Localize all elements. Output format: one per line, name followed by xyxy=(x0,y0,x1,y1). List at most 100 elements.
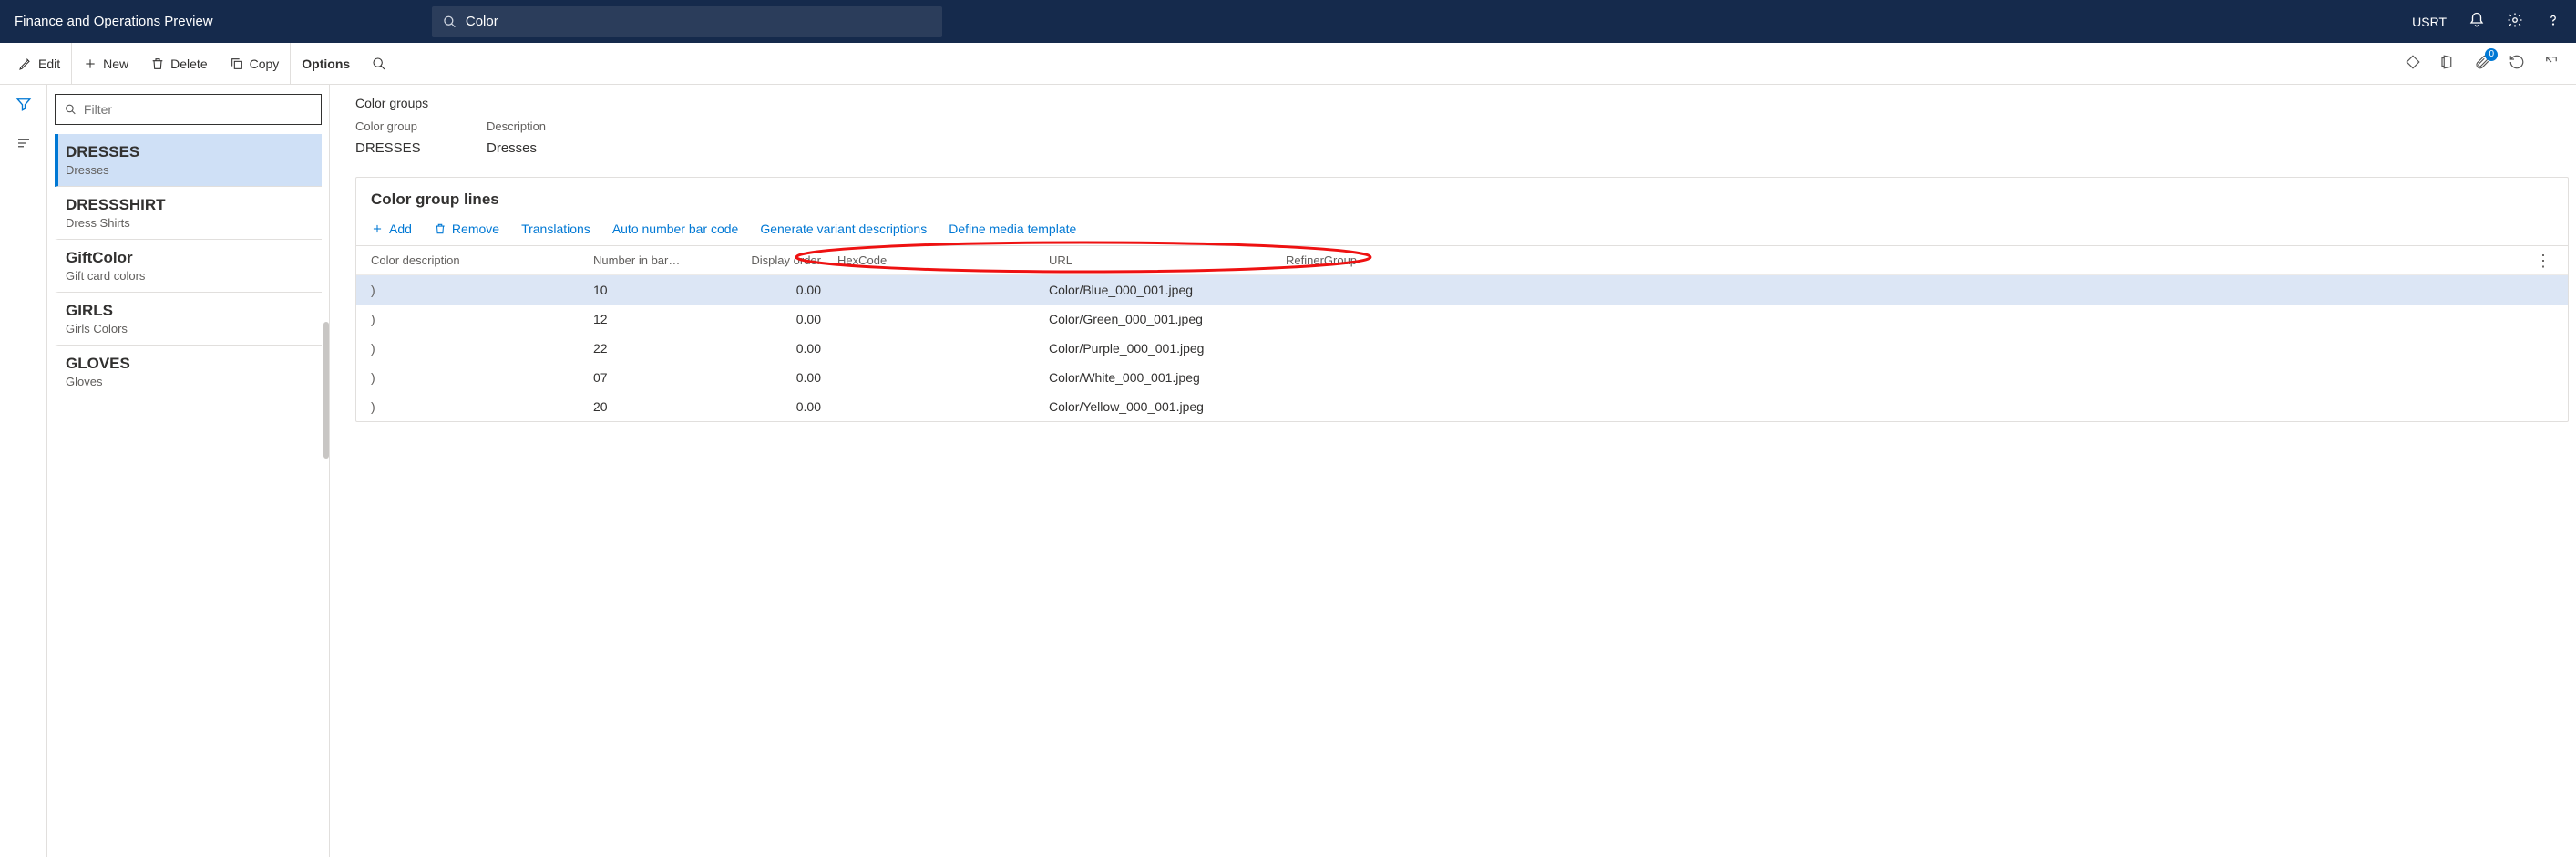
table-row[interactable]: 070.00 Color/White_000_001.jpeg xyxy=(356,363,2568,392)
copy-button[interactable]: Copy xyxy=(219,43,291,84)
table-row[interactable]: 100.00 Color/Blue_000_001.jpeg xyxy=(356,275,2568,305)
grid-more-icon[interactable]: ⋮ xyxy=(2528,256,2559,265)
list-item-secondary: Dresses xyxy=(66,163,316,177)
cell-color-description[interactable] xyxy=(365,312,593,326)
list-item-primary: DRESSSHIRT xyxy=(66,196,316,214)
cell-color-description[interactable] xyxy=(365,399,593,414)
search-icon xyxy=(443,15,457,29)
plus-icon xyxy=(371,222,384,235)
col-refinergroup[interactable]: RefinerGroup xyxy=(1286,253,1422,267)
list-item[interactable]: GiftColor Gift card colors xyxy=(55,240,322,293)
grid-title: Color group lines xyxy=(356,178,2568,222)
color-group-field: Color group DRESSES xyxy=(355,119,465,160)
attachment-count: 0 xyxy=(2485,48,2498,61)
add-line-button[interactable]: Add xyxy=(371,222,412,236)
cell-color-description[interactable] xyxy=(365,370,593,385)
remove-line-label: Remove xyxy=(452,222,499,236)
plus-icon xyxy=(83,57,97,71)
color-group-lines-card: Color group lines Add Remove Translation… xyxy=(355,177,2569,422)
list-item[interactable]: GLOVESGloves xyxy=(55,346,322,398)
table-row[interactable]: 120.00 Color/Green_000_001.jpeg xyxy=(356,305,2568,334)
translations-button[interactable]: Translations xyxy=(521,222,590,236)
list-filter-input[interactable] xyxy=(84,102,312,117)
copy-icon xyxy=(230,57,244,71)
table-row[interactable]: 220.00 Color/Purple_000_001.jpeg xyxy=(356,334,2568,363)
office-icon[interactable] xyxy=(2439,54,2456,73)
list-item[interactable]: DRESSSHIRT Dress Shirts xyxy=(55,187,322,240)
cell-url[interactable]: Color/Blue_000_001.jpeg xyxy=(1049,283,1286,297)
cell-number[interactable]: 20 xyxy=(593,399,721,414)
color-group-value[interactable]: DRESSES xyxy=(355,137,465,160)
list-item[interactable]: GIRLS Girls Colors xyxy=(55,293,322,346)
top-nav: Finance and Operations Preview USRT xyxy=(0,0,2576,43)
table-row[interactable]: 200.00 Color/Yellow_000_001.jpeg xyxy=(356,392,2568,421)
col-color-description[interactable]: Color description xyxy=(365,253,593,267)
cell-number[interactable]: 10 xyxy=(593,283,721,297)
cell-number[interactable]: 07 xyxy=(593,370,721,385)
cell-url[interactable]: Color/Yellow_000_001.jpeg xyxy=(1049,399,1286,414)
cell-display-order[interactable]: 0.00 xyxy=(721,341,830,356)
list-item-primary: GIRLS xyxy=(66,302,316,320)
col-hexcode[interactable]: HexCode xyxy=(830,253,1049,267)
cell-number[interactable]: 22 xyxy=(593,341,721,356)
cell-color-description[interactable] xyxy=(365,341,593,356)
gear-icon[interactable] xyxy=(2507,12,2523,31)
search-icon xyxy=(65,103,77,116)
list-filter[interactable] xyxy=(55,94,322,125)
delete-button[interactable]: Delete xyxy=(139,43,218,84)
popout-icon[interactable] xyxy=(2543,54,2560,73)
app-title: Finance and Operations Preview xyxy=(15,14,250,29)
options-button[interactable]: Options xyxy=(290,43,361,84)
edit-icon xyxy=(18,57,33,71)
col-number-in-barcode[interactable]: Number in bar… xyxy=(593,253,721,267)
list-scrollbar[interactable] xyxy=(323,322,329,459)
help-icon[interactable] xyxy=(2545,12,2561,31)
grid-header-row: Color description Number in bar… Display… xyxy=(356,245,2568,275)
cell-url[interactable]: Color/Green_000_001.jpeg xyxy=(1049,312,1286,326)
cell-color-description[interactable] xyxy=(365,283,593,297)
edit-button[interactable]: Edit xyxy=(7,43,72,84)
copy-label: Copy xyxy=(250,57,280,71)
list-item-primary: GiftColor xyxy=(66,249,316,267)
notification-icon[interactable] xyxy=(2468,12,2485,31)
description-field: Description Dresses xyxy=(487,119,696,160)
cell-display-order[interactable]: 0.00 xyxy=(721,283,830,297)
generate-variant-button[interactable]: Generate variant descriptions xyxy=(760,222,927,236)
cell-display-order[interactable]: 0.00 xyxy=(721,399,830,414)
list-item-secondary: Girls Colors xyxy=(66,322,316,336)
trash-icon xyxy=(150,57,165,71)
description-value[interactable]: Dresses xyxy=(487,137,696,160)
refresh-icon[interactable] xyxy=(2509,54,2525,73)
description-label: Description xyxy=(487,119,696,133)
cell-display-order[interactable]: 0.00 xyxy=(721,312,830,326)
col-url[interactable]: URL xyxy=(1049,253,1286,267)
list-item-primary: DRESSES xyxy=(66,143,316,161)
list-item-secondary: Gift card colors xyxy=(66,269,316,283)
list-item-secondary: Dress Shirts xyxy=(66,216,316,230)
search-action-button[interactable] xyxy=(361,43,397,84)
record-list-pane: DRESSES Dresses DRESSSHIRT Dress Shirts Gift… xyxy=(47,85,330,857)
filter-funnel-icon[interactable] xyxy=(15,96,32,115)
new-button[interactable]: New xyxy=(72,43,139,84)
edit-label: Edit xyxy=(38,57,60,71)
auto-number-button[interactable]: Auto number bar code xyxy=(612,222,739,236)
global-search[interactable] xyxy=(432,6,942,37)
action-bar: Edit New Delete Copy Options 0 xyxy=(0,43,2576,85)
attachments-button[interactable]: 0 xyxy=(2474,54,2490,73)
add-line-label: Add xyxy=(389,222,412,236)
global-search-input[interactable] xyxy=(466,14,931,29)
related-info-icon[interactable] xyxy=(15,135,32,154)
detail-pane: Color groups Color group DRESSES Descrip… xyxy=(330,85,2576,857)
cell-number[interactable]: 12 xyxy=(593,312,721,326)
diamond-icon[interactable] xyxy=(2405,54,2421,73)
trash-icon xyxy=(434,222,446,235)
remove-line-button[interactable]: Remove xyxy=(434,222,499,236)
list-item[interactable]: DRESSES Dresses xyxy=(55,134,322,187)
grid-toolbar: Add Remove Translations Auto number bar … xyxy=(356,222,2568,245)
user-label[interactable]: USRT xyxy=(2412,15,2447,29)
cell-url[interactable]: Color/White_000_001.jpeg xyxy=(1049,370,1286,385)
define-media-button[interactable]: Define media template xyxy=(949,222,1076,236)
cell-display-order[interactable]: 0.00 xyxy=(721,370,830,385)
cell-url[interactable]: Color/Purple_000_001.jpeg xyxy=(1049,341,1286,356)
col-display-order[interactable]: Display order xyxy=(721,253,830,267)
